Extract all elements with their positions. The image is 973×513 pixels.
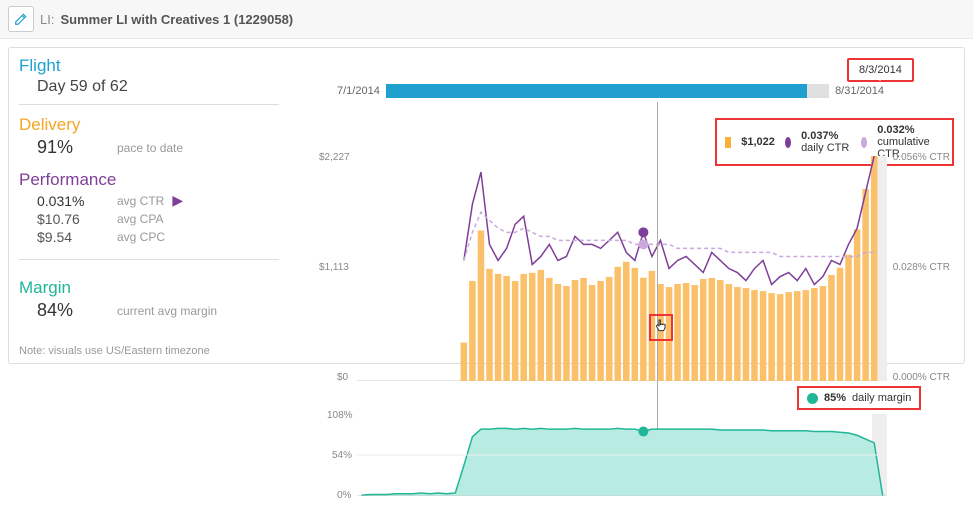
performance-heading: Performance [19,170,279,190]
y-right-bot: 0.000% CTR [893,372,950,383]
flight-day: Day 59 of 62 [37,78,279,96]
legend-cum-ctr: 0.032% [877,124,914,136]
edit-button[interactable] [8,6,34,32]
legend-daily-ctr: 0.037% [801,130,838,142]
caret-icon[interactable]: ▶ [172,192,183,209]
legend-cost: $1,022 [741,136,775,148]
y-left-top: $2,227 [319,152,350,163]
chart-area[interactable]: 8/3/2014 7/1/2014 8/31/2014 $1,022 0.037… [287,56,954,357]
page-header: LI: Summer LI with Creatives 1 (1229058) [0,0,973,39]
pace-value: 91% [37,137,117,158]
margin-chart[interactable] [357,414,887,496]
margin-hover-val: 85% [824,392,846,404]
y-left-mid: $1,113 [319,262,349,273]
cursor-indicator [649,314,673,341]
margin-legend-callout: 85% daily margin [797,386,921,410]
divider [19,259,279,260]
perf-row: 0.031%avg CTR ▶ [37,192,279,209]
li-prefix: LI: [40,12,54,27]
pace-label: pace to date [117,141,183,155]
page-title: Summer LI with Creatives 1 (1229058) [60,12,293,27]
flight-heading: Flight [19,56,279,76]
flight-start: 7/1/2014 [337,85,380,97]
flight-track[interactable] [386,84,829,98]
m-mid: 54% [332,450,352,461]
perf-row: $9.54avg CPC [37,229,279,245]
perf-lbl: avg CPC [117,230,165,244]
legend-swatch-daily [785,137,791,148]
perf-lbl: avg CPA [117,212,163,226]
margin-label: current avg margin [117,304,217,318]
y-right-top: 0.056% CTR [893,152,950,163]
delivery-heading: Delivery [19,115,279,135]
margin-value: 84% [37,300,117,321]
perf-lbl: avg CTR [117,194,164,208]
flight-fill [386,84,807,98]
perf-row: $10.76avg CPA [37,211,279,227]
delivery-chart[interactable] [357,156,887,381]
margin-heading: Margin [19,278,279,298]
hover-date: 8/3/2014 [859,64,902,76]
dashboard-card: Flight Day 59 of 62 Delivery 91% pace to… [8,47,965,364]
perf-val: $9.54 [37,229,117,245]
y-left-bot: $0 [337,372,348,383]
delivery-pace: 91% pace to date [37,137,279,158]
flight-progress: 7/1/2014 8/31/2014 [337,84,884,98]
perf-val: $10.76 [37,211,117,227]
legend-swatch-cum [861,137,867,148]
m-bot: 0% [337,490,351,501]
perf-val: 0.031% [37,193,117,209]
hover-date-callout: 8/3/2014 [847,58,914,82]
metrics-sidebar: Flight Day 59 of 62 Delivery 91% pace to… [19,56,287,357]
margin-hover-lbl: daily margin [852,392,911,404]
margin-metric: 84% current avg margin [37,300,279,321]
legend-swatch-spend [725,137,731,148]
legend-swatch-margin [807,393,818,404]
divider [19,104,279,105]
legend-daily-lbl: daily CTR [801,142,849,154]
timezone-note: Note: visuals use US/Eastern timezone [19,345,279,357]
pointer-icon [653,318,669,334]
edit-icon [14,12,28,26]
y-right-mid: 0.028% CTR [893,262,950,273]
m-top: 108% [327,410,353,421]
